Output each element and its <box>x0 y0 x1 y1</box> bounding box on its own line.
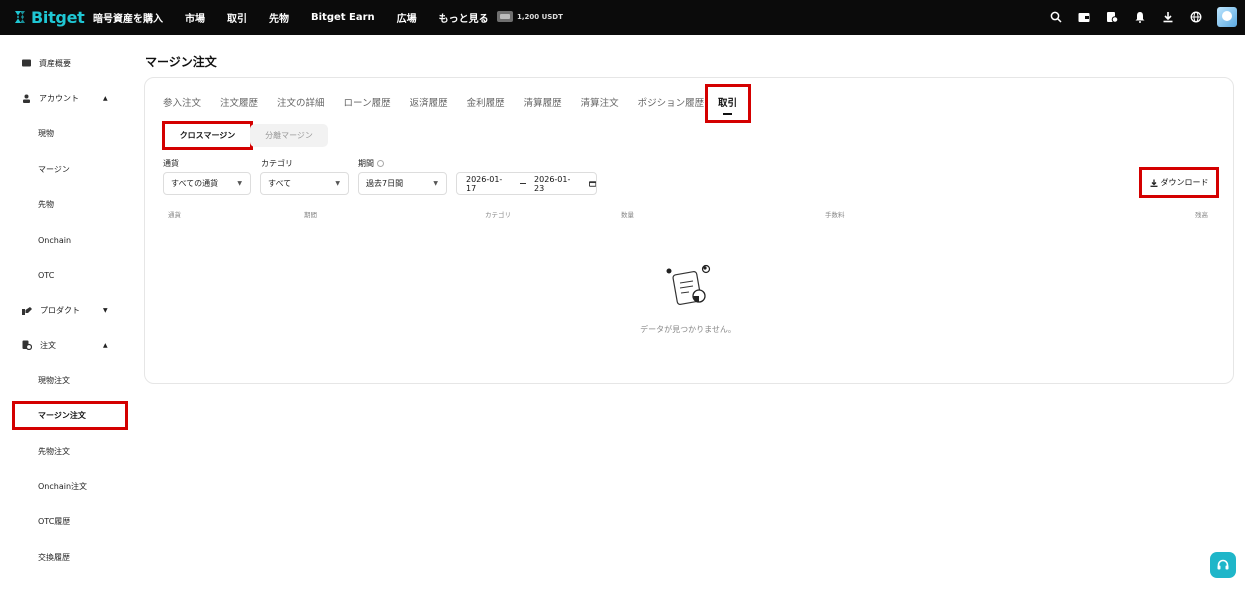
column-header-period: 期間 <box>304 211 317 219</box>
sidebar-item-orders[interactable]: 注文 ▲ <box>0 335 135 355</box>
sidebar-item-margin-orders[interactable]: マージン注文 <box>12 401 128 430</box>
sidebar-item-onchain[interactable]: Onchain <box>0 230 135 250</box>
top-nav-bar: Bitget 暗号資産を購入 市場 取引 先物 Bitget Earn 広場 も… <box>0 0 1245 35</box>
category-select-value: すべて <box>268 179 292 188</box>
column-header-balance: 残高 <box>1195 211 1208 219</box>
tab-repay-history[interactable]: 返済履歴 <box>410 95 448 109</box>
promo-amount: 1,200 USDT <box>517 12 563 21</box>
caret-down-icon: ▼ <box>335 180 340 187</box>
sidebar-item-label: 注文 <box>40 340 56 350</box>
nav-markets[interactable]: 市場 <box>185 10 205 25</box>
column-header-fee: 手数料 <box>825 211 845 219</box>
user-icon <box>23 94 30 103</box>
bitget-logo[interactable]: Bitget <box>12 7 85 27</box>
currency-select[interactable]: すべての通貨 ▼ <box>163 172 251 195</box>
wallet-icon[interactable] <box>1077 10 1091 24</box>
date-start: 2026-01-17 <box>466 174 503 193</box>
download-icon[interactable] <box>1161 10 1175 24</box>
tab-order-details[interactable]: 注文の詳細 <box>277 95 325 109</box>
caret-down-icon: ▼ <box>237 180 242 187</box>
product-icon <box>22 306 32 315</box>
tab-order-history[interactable]: 注文履歴 <box>220 95 258 109</box>
order-tabs: 参入注文 注文履歴 注文の詳細 ローン履歴 返済履歴 金利履歴 清算履歴 清算注… <box>163 95 723 109</box>
sidebar-item-spot-orders[interactable]: 現物注文 <box>0 370 135 390</box>
main-nav: 暗号資産を購入 市場 取引 先物 Bitget Earn 広場 もっと見る <box>93 0 489 35</box>
nav-futures[interactable]: 先物 <box>269 10 289 25</box>
tab-interest-history[interactable]: 金利履歴 <box>467 95 505 109</box>
tab-liquidation-history[interactable]: 清算履歴 <box>524 95 562 109</box>
sidebar-item-account[interactable]: アカウント ▲ <box>0 88 135 108</box>
chevron-up-icon: ▲ <box>103 94 108 102</box>
bitget-logo-icon <box>15 11 25 23</box>
support-chat-button[interactable] <box>1210 552 1236 578</box>
tab-transactions[interactable]: 取引 <box>718 95 737 109</box>
chevron-down-icon: ▼ <box>103 306 108 314</box>
header-actions <box>1049 7 1237 27</box>
sidebar-item-label: アカウント <box>39 93 79 103</box>
download-icon <box>1150 179 1157 187</box>
sidebar-item-assets[interactable]: 資産概要 <box>0 53 135 73</box>
isolated-margin-toggle[interactable]: 分離マージン <box>250 124 328 147</box>
date-separator <box>519 183 527 184</box>
date-end: 2026-01-23 <box>534 174 571 193</box>
orders-icon[interactable] <box>1105 10 1119 24</box>
category-select[interactable]: すべて ▼ <box>260 172 349 195</box>
download-button[interactable]: ダウンロード <box>1139 167 1219 198</box>
sidebar-item-otc-history[interactable]: OTC履歴 <box>0 511 135 531</box>
chevron-up-icon: ▲ <box>103 341 108 349</box>
sidebar-item-margin[interactable]: マージン <box>0 159 135 179</box>
sidebar-item-futures-orders[interactable]: 先物注文 <box>0 441 135 461</box>
period-label-wrap: 期間 <box>358 158 384 169</box>
sidebar-item-otc[interactable]: OTC <box>0 265 135 285</box>
nav-more[interactable]: もっと見る <box>439 10 489 25</box>
nav-trade[interactable]: 取引 <box>227 10 247 25</box>
column-header-quantity: 数量 <box>621 211 634 219</box>
period-select-value: 過去7日間 <box>366 179 404 188</box>
headset-icon <box>1217 559 1229 570</box>
sidebar-item-products[interactable]: プロダクト ▼ <box>0 300 135 320</box>
sidebar-item-label: 資産概要 <box>39 58 71 68</box>
promo-image <box>497 11 513 22</box>
info-icon[interactable] <box>377 160 384 167</box>
category-label: カテゴリ <box>261 159 293 168</box>
empty-state-text: データが見つかりません。 <box>640 325 736 334</box>
promo-banner[interactable]: 1,200 USDT <box>497 11 563 22</box>
brand-name: Bitget <box>31 7 85 27</box>
empty-state-icon <box>666 264 711 305</box>
sidebar-item-futures[interactable]: 先物 <box>0 194 135 214</box>
nav-buy-crypto[interactable]: 暗号資産を購入 <box>93 10 163 25</box>
period-select[interactable]: 過去7日間 ▼ <box>358 172 447 195</box>
sidebar-item-convert-history[interactable]: 交換履歴 <box>0 547 135 567</box>
cross-margin-toggle[interactable]: クロスマージン <box>162 121 253 150</box>
tab-loan-history[interactable]: ローン履歴 <box>344 95 391 109</box>
period-label: 期間 <box>358 159 374 168</box>
nav-square[interactable]: 広場 <box>397 10 417 25</box>
search-icon[interactable] <box>1049 10 1063 24</box>
page-title: マージン注文 <box>145 55 217 69</box>
currency-select-value: すべての通貨 <box>171 179 219 188</box>
nav-earn[interactable]: Bitget Earn <box>311 12 375 23</box>
orders-icon <box>22 340 32 350</box>
wallet-icon <box>22 59 31 67</box>
tab-position-history[interactable]: ポジション履歴 <box>638 95 705 109</box>
download-label: ダウンロード <box>1160 178 1209 187</box>
tab-open-orders[interactable]: 参入注文 <box>163 95 201 109</box>
column-header-currency: 通貨 <box>168 211 181 219</box>
active-tab-indicator <box>723 113 732 115</box>
sidebar-item-label: プロダクト <box>40 305 80 315</box>
sidebar-item-spot[interactable]: 現物 <box>0 123 135 143</box>
column-header-category: カテゴリ <box>485 211 511 219</box>
bell-icon[interactable] <box>1133 10 1147 24</box>
avatar[interactable] <box>1217 7 1237 27</box>
currency-label: 通貨 <box>163 159 179 168</box>
globe-icon[interactable] <box>1189 10 1203 24</box>
sidebar-item-onchain-orders[interactable]: Onchain注文 <box>0 476 135 496</box>
tab-liquidation-orders[interactable]: 清算注文 <box>581 95 619 109</box>
calendar-icon <box>588 181 596 187</box>
date-range-picker[interactable]: 2026-01-17 2026-01-23 <box>456 172 597 195</box>
caret-down-icon: ▼ <box>433 180 438 187</box>
